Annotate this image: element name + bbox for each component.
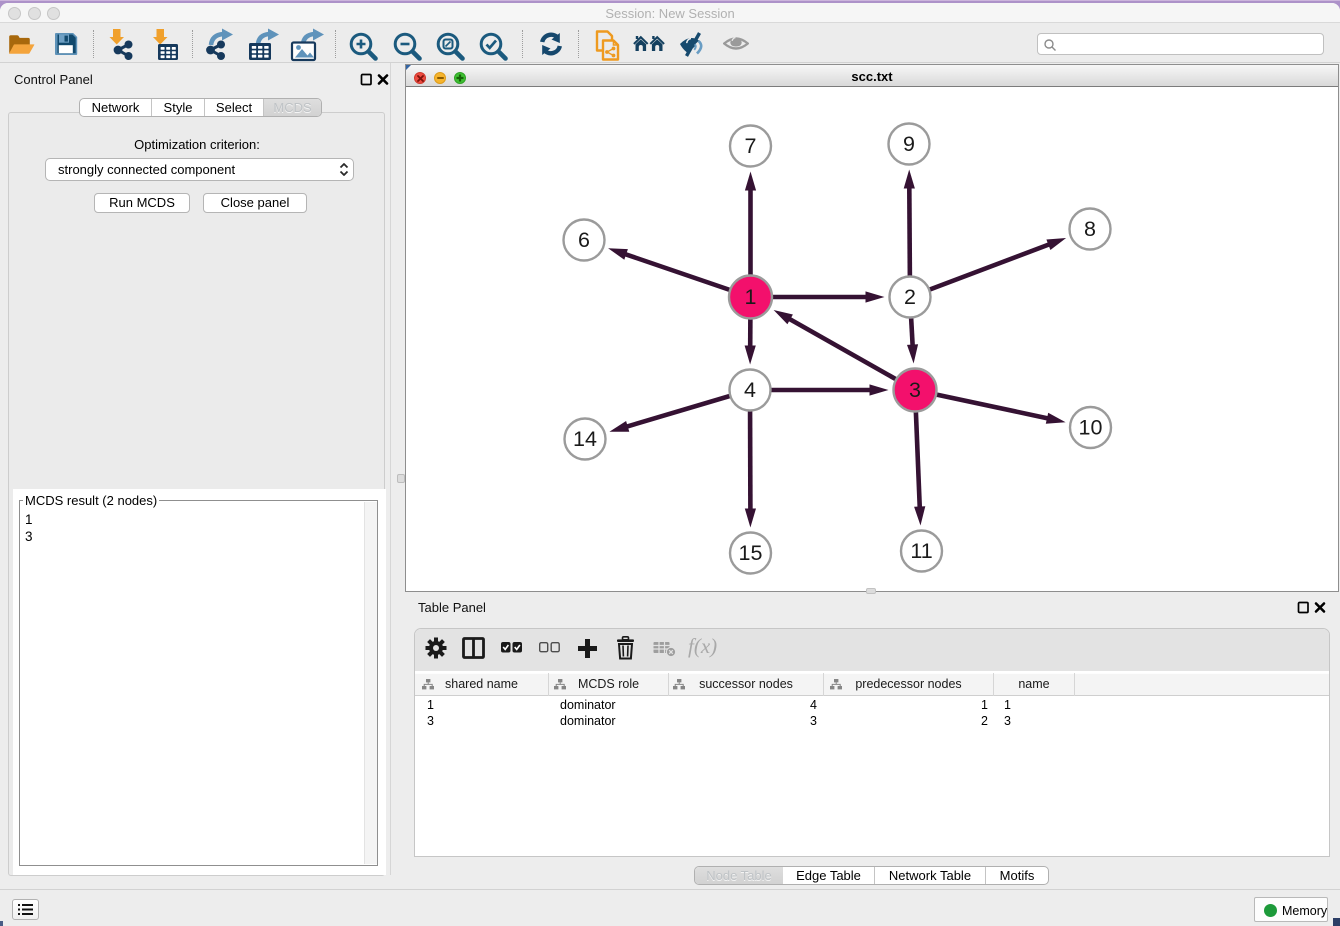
svg-text:6: 6 — [578, 228, 590, 252]
svg-text:11: 11 — [910, 539, 932, 563]
svg-text:10: 10 — [1079, 416, 1103, 440]
svg-text:8: 8 — [1084, 217, 1096, 241]
svg-text:7: 7 — [745, 134, 757, 158]
svg-text:4: 4 — [744, 378, 756, 402]
svg-text:9: 9 — [903, 132, 915, 156]
svg-text:1: 1 — [745, 285, 757, 309]
svg-text:3: 3 — [909, 378, 921, 402]
svg-text:15: 15 — [739, 541, 763, 565]
svg-text:2: 2 — [904, 285, 916, 309]
svg-text:14: 14 — [573, 427, 597, 451]
